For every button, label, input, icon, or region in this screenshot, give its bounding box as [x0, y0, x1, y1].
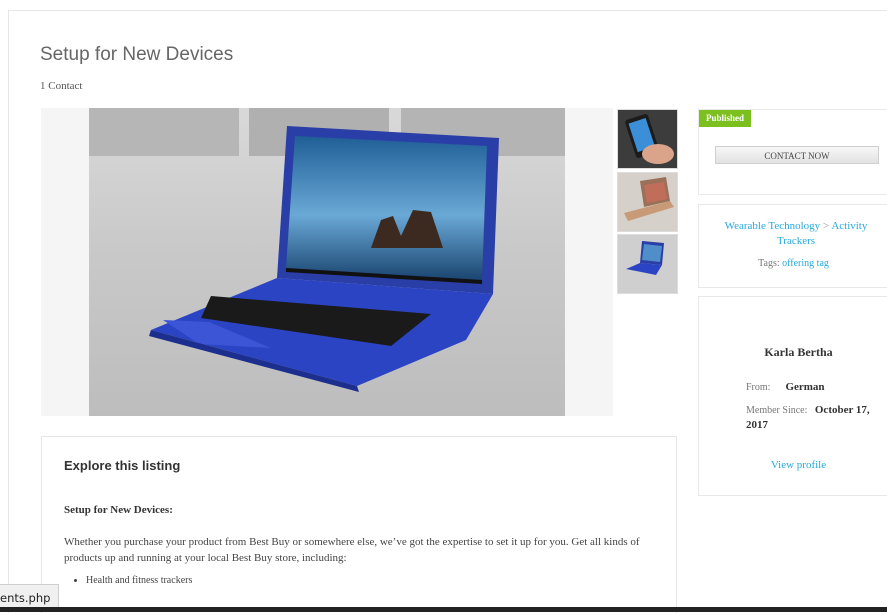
- explore-subheading: Setup for New Devices:: [64, 504, 173, 516]
- laptop-photo: [41, 108, 613, 416]
- tag-link[interactable]: offering tag: [782, 258, 829, 269]
- list-item: Health and fitness trackers: [86, 575, 192, 586]
- explore-paragraph: Whether you purchase your product from B…: [64, 536, 640, 564]
- phone-in-hand-photo: [618, 110, 677, 168]
- author-card: Karla Bertha From: German Member Since: …: [698, 296, 887, 496]
- tags-label: Tags:: [758, 258, 780, 269]
- explore-section: Explore this listing Setup for New Devic…: [41, 436, 677, 613]
- tags-row: Tags: offering tag: [699, 258, 887, 269]
- member-since-row: Member Since: October 17, 2017: [746, 403, 884, 433]
- breadcrumb-separator: >: [822, 220, 830, 232]
- contact-now-button[interactable]: CONTACT NOW: [715, 146, 879, 164]
- status-card: Published CONTACT NOW: [698, 109, 887, 195]
- explore-heading: Explore this listing: [64, 458, 181, 473]
- thumbnail-1[interactable]: [617, 109, 678, 169]
- category-link-wearable[interactable]: Wearable Technology: [725, 220, 821, 232]
- from-label: From:: [746, 382, 771, 393]
- breadcrumb: Wearable Technology > Activity Trackers: [709, 219, 883, 249]
- thumbnail-3[interactable]: [617, 234, 678, 294]
- laptop-blue-photo: [618, 235, 677, 293]
- taskbar-strip: [0, 607, 887, 612]
- laptop-gold-photo: [618, 173, 677, 231]
- author-name: Karla Bertha: [764, 345, 833, 359]
- member-since-label: Member Since:: [746, 405, 808, 416]
- explore-bullet-list: Health and fitness trackers: [64, 575, 192, 586]
- category-card: Wearable Technology > Activity Trackers …: [698, 204, 887, 288]
- contact-count: 1 Contact: [40, 80, 83, 92]
- main-listing-image[interactable]: [41, 108, 613, 416]
- page-title: Setup for New Devices: [40, 44, 234, 65]
- from-row: From: German: [746, 381, 825, 393]
- from-value: German: [785, 381, 825, 393]
- status-badge: Published: [699, 110, 752, 127]
- thumbnail-2[interactable]: [617, 172, 678, 232]
- view-profile-link[interactable]: View profile: [699, 459, 887, 471]
